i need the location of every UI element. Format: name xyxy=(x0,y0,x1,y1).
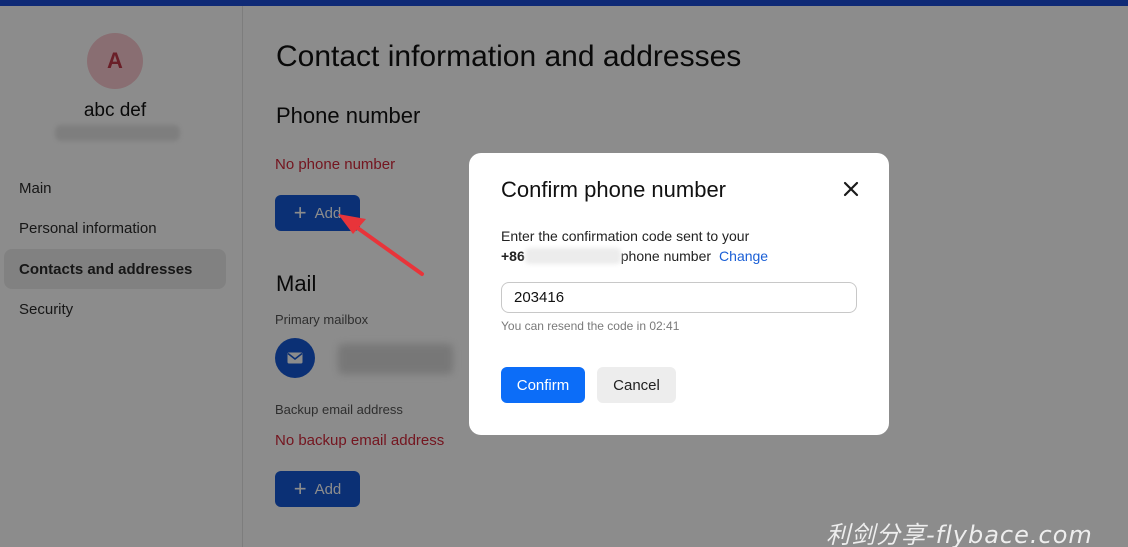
dialog-instructions: Enter the confirmation code sent to your… xyxy=(501,226,768,266)
phone-number-suffix: phone number xyxy=(620,248,712,264)
confirmation-code-input[interactable] xyxy=(501,282,857,313)
confirm-button[interactable]: Confirm xyxy=(501,367,585,403)
phone-prefix: +86 xyxy=(501,248,525,264)
redacted-phone-number xyxy=(524,248,621,264)
close-icon[interactable] xyxy=(839,177,863,201)
dialog-title: Confirm phone number xyxy=(501,177,727,202)
change-phone-link[interactable]: Change xyxy=(719,248,768,264)
instruction-line: Enter the confirmation code sent to your xyxy=(501,228,750,244)
instruction-phone-line: +86 phone number Change xyxy=(501,246,768,266)
resend-timer-text: You can resend the code in 02:41 xyxy=(501,319,680,333)
cancel-button[interactable]: Cancel xyxy=(597,367,676,403)
confirm-phone-dialog: Confirm phone number Enter the confirmat… xyxy=(469,153,889,435)
watermark: 利剑分享-flybace.com xyxy=(826,521,1093,547)
